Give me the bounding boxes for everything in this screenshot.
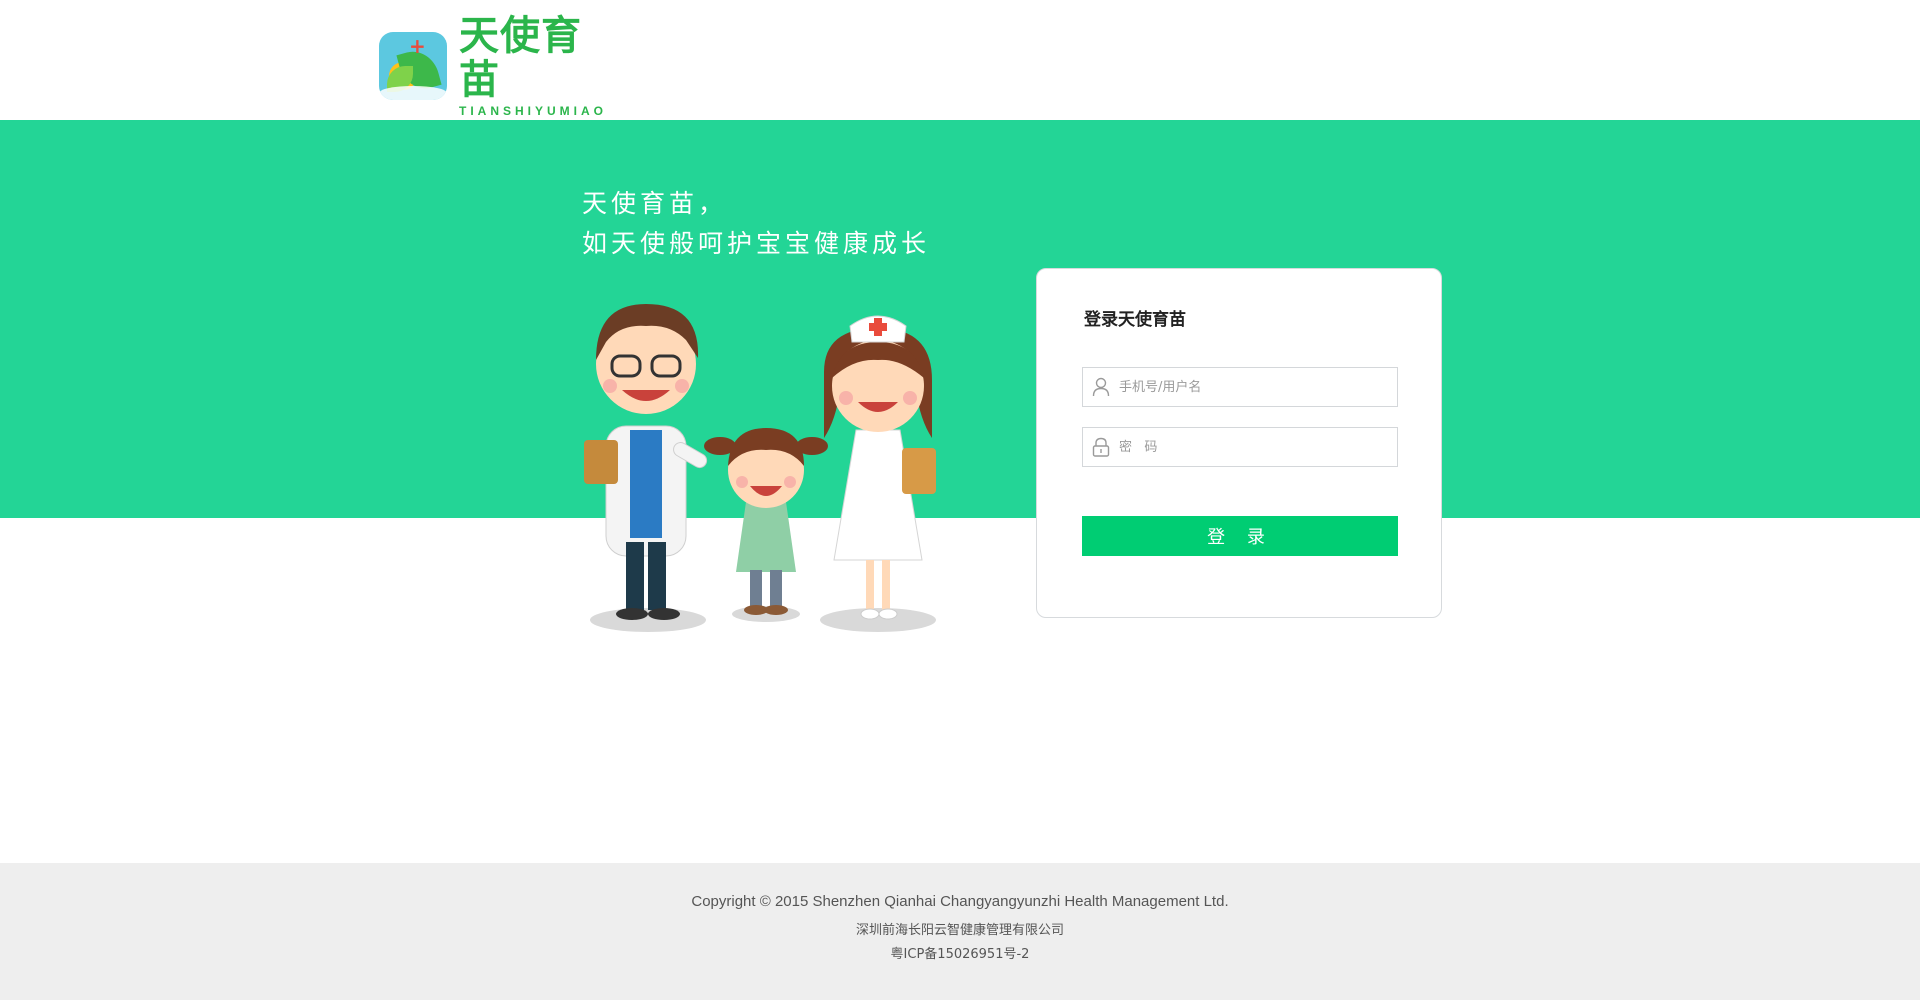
logo-cross-icon: + — [409, 34, 426, 58]
nurse-figure — [824, 315, 936, 620]
login-title: 登录天使育苗 — [1084, 310, 1186, 330]
footer-icp: 粤ICP备15026951号-2 — [890, 947, 1030, 962]
slogan-line-1: 天使育苗， — [582, 189, 728, 218]
login-button[interactable]: 登 录 — [1082, 516, 1398, 556]
password-field[interactable] — [1082, 427, 1398, 467]
logo-chinese-name: 天使育苗 — [459, 13, 582, 103]
hero-slogan: 天使育苗， 如天使般呵护宝宝健康成长 — [582, 184, 930, 264]
username-field[interactable] — [1082, 367, 1398, 407]
username-input[interactable] — [1119, 369, 1389, 405]
logo-badge-icon: + — [379, 32, 447, 100]
slogan-line-2: 如天使般呵护宝宝健康成长 — [582, 229, 931, 258]
logo-english-name: TIANSHIYUMIAO — [459, 104, 607, 118]
doctor-figure — [584, 304, 708, 620]
logo-text: 天使育苗 TIANSHIYUMIAO — [459, 14, 609, 118]
page-footer: Copyright © 2015 Shenzhen Qianhai Changy… — [0, 863, 1920, 1000]
hero-band — [0, 120, 1920, 518]
user-icon — [1083, 368, 1119, 406]
top-header: + 天使育苗 TIANSHIYUMIAO — [0, 0, 1920, 120]
login-card: 登录天使育苗 登 录 — [1036, 268, 1442, 618]
lock-icon — [1083, 428, 1119, 466]
password-input[interactable] — [1119, 429, 1389, 465]
footer-company: 深圳前海长阳云智健康管理有限公司 — [855, 923, 1064, 938]
footer-copyright: Copyright © 2015 Shenzhen Qianhai Changy… — [691, 893, 1229, 910]
child-figure — [704, 428, 828, 615]
family-illustration — [584, 304, 936, 632]
site-logo[interactable]: + 天使育苗 TIANSHIYUMIAO — [379, 14, 609, 118]
